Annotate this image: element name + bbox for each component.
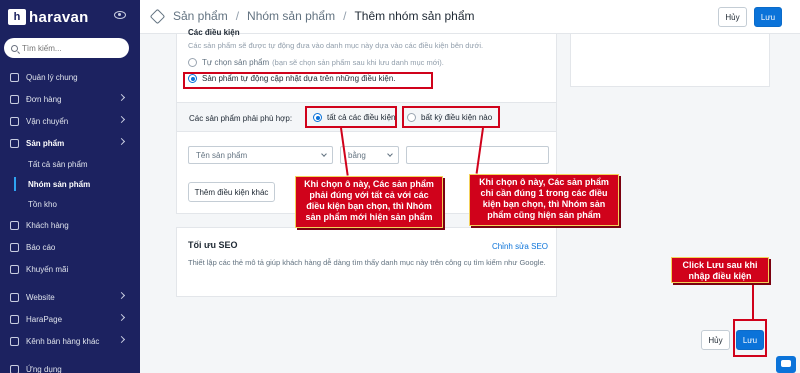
sidebar-item-customers[interactable]: Khách hàng — [0, 214, 140, 236]
logo-text: haravan — [29, 8, 89, 26]
sidebar-item-label: Đơn hàng — [26, 94, 62, 104]
chat-icon — [781, 360, 791, 367]
breadcrumb-groups[interactable]: Nhóm sản phẩm — [247, 9, 335, 23]
sidebar-item-orders[interactable]: Đơn hàng — [0, 88, 140, 110]
sidebar-item-apps[interactable]: Ứng dụng — [0, 358, 140, 373]
user-icon — [10, 220, 19, 230]
search-icon — [11, 44, 18, 52]
breadcrumb-separator: / — [343, 9, 347, 23]
chat-widget[interactable] — [776, 356, 796, 373]
condition-field-select[interactable]: Tên sản phẩm — [188, 146, 333, 164]
home-icon — [10, 72, 19, 82]
search-input[interactable] — [22, 43, 122, 53]
apps-icon — [10, 364, 19, 373]
match-label: Các sản phẩm phải phù hợp: — [189, 114, 293, 123]
sidebar-subitem-all-products[interactable]: Tất cả sản phẩm — [0, 154, 140, 174]
highlight-match-all — [305, 106, 397, 128]
sidebar-item-label: HaraPage — [26, 314, 63, 324]
sidebar-search[interactable] — [4, 38, 129, 58]
conditions-description: Các sản phẩm sẽ được tự động đưa vào dan… — [188, 41, 484, 50]
sidebar-item-label: Báo cáo — [26, 242, 56, 252]
add-condition-button[interactable]: Thêm điều kiện khác — [188, 182, 275, 202]
header-save-button[interactable]: Lưu — [754, 7, 782, 27]
page-icon — [10, 314, 19, 324]
share-icon — [10, 336, 19, 346]
logo[interactable]: h haravan — [8, 8, 89, 26]
sidebar-subitem-product-groups[interactable]: Nhóm sản phẩm — [0, 174, 140, 194]
chevron-right-icon — [117, 335, 126, 344]
inbox-icon — [10, 94, 19, 104]
sidebar-item-label: Khuyến mãi — [26, 264, 69, 274]
highlight-auto-option — [183, 72, 433, 89]
eye-icon[interactable] — [114, 11, 126, 19]
sidebar: h haravan Quản lý chung Đơn hàng Vận chu… — [0, 0, 140, 373]
chevron-down-icon — [387, 151, 393, 157]
breadcrumb-separator: / — [235, 9, 240, 23]
sidebar-item-label: Kênh bán hàng khác — [26, 336, 100, 346]
chevron-right-icon — [117, 115, 126, 124]
sidebar-item-label: Website — [26, 292, 55, 302]
seo-card: Tối ưu SEO Chỉnh sửa SEO Thiết lập các t… — [176, 227, 557, 297]
chevron-right-icon — [117, 137, 126, 146]
condition-operator-select[interactable]: bằng — [340, 146, 399, 164]
right-panel-card — [570, 34, 770, 87]
radio-manual-hint: (bạn sẽ chọn sản phẩm sau khi lưu danh m… — [272, 58, 444, 67]
callout-save: Click Lưu sau khi nhập điều kiện — [671, 257, 769, 283]
sidebar-item-shipping[interactable]: Vận chuyển — [0, 110, 140, 132]
sidebar-item-other-channels[interactable]: Kênh bán hàng khác — [0, 330, 140, 352]
condition-operator-value: bằng — [348, 150, 366, 160]
sidebar-subitem-inventory[interactable]: Tồn kho — [0, 194, 140, 214]
breadcrumb: Sản phẩm / Nhóm sản phẩm / Thêm nhóm sản… — [149, 8, 475, 24]
logo-mark: h — [8, 9, 26, 25]
arrow-save — [752, 283, 754, 320]
seo-description: Thiết lập các thẻ mô tả giúp khách hàng … — [188, 258, 546, 267]
breadcrumb-products[interactable]: Sản phẩm — [173, 9, 228, 23]
condition-field-value: Tên sản phẩm — [196, 150, 248, 160]
sidebar-item-promotions[interactable]: Khuyến mãi — [0, 258, 140, 280]
chart-icon — [10, 242, 19, 252]
sidebar-item-reports[interactable]: Báo cáo — [0, 236, 140, 258]
truck-icon — [10, 116, 19, 126]
header-cancel-button[interactable]: Hủy — [718, 7, 747, 27]
chevron-down-icon — [321, 151, 327, 157]
sidebar-item-label: Quản lý chung — [26, 72, 78, 82]
chevron-right-icon — [117, 93, 126, 102]
seo-title: Tối ưu SEO — [188, 240, 238, 250]
radio-manual[interactable]: Tự chọn sản phẩm (bạn sẽ chọn sản phẩm s… — [188, 58, 444, 67]
globe-icon — [10, 292, 19, 302]
callout-match-any: Khi chọn ô này, Các sản phẩm chỉ cần đún… — [469, 174, 619, 226]
chevron-right-icon — [117, 313, 126, 322]
sidebar-nav: Quản lý chung Đơn hàng Vận chuyển Sản ph… — [0, 66, 140, 373]
footer-cancel-button[interactable]: Hủy — [701, 330, 730, 350]
sidebar-subitem-label: Tồn kho — [28, 199, 57, 209]
highlight-match-any — [402, 106, 500, 128]
seo-edit-link[interactable]: Chỉnh sửa SEO — [492, 242, 548, 251]
sidebar-item-label: Khách hàng — [26, 220, 69, 230]
sidebar-item-dashboard[interactable]: Quản lý chung — [0, 66, 140, 88]
sidebar-item-harapage[interactable]: HaraPage — [0, 308, 140, 330]
page-title: Thêm nhóm sản phẩm — [354, 9, 475, 23]
sidebar-subitem-label: Tất cả sản phẩm — [28, 159, 88, 169]
sidebar-item-website[interactable]: Website — [0, 286, 140, 308]
percent-icon — [10, 264, 19, 274]
sidebar-item-products[interactable]: Sản phẩm — [0, 132, 140, 154]
sidebar-subitem-label: Nhóm sản phẩm — [28, 179, 91, 189]
callout-match-all: Khi chọn ô này, Các sản phẩm phải đúng v… — [295, 176, 443, 228]
radio-manual-label: Tự chọn sản phẩm — [202, 58, 270, 67]
sidebar-item-label: Ứng dụng — [26, 364, 62, 373]
sidebar-item-label: Vận chuyển — [26, 116, 69, 126]
conditions-title: Các điều kiện — [188, 28, 240, 37]
chevron-right-icon — [117, 291, 126, 300]
highlight-save — [733, 319, 767, 357]
tag-icon — [149, 8, 166, 24]
radio-manual-button[interactable] — [188, 58, 197, 67]
tag-icon — [10, 138, 19, 148]
sidebar-item-label: Sản phẩm — [26, 138, 65, 148]
